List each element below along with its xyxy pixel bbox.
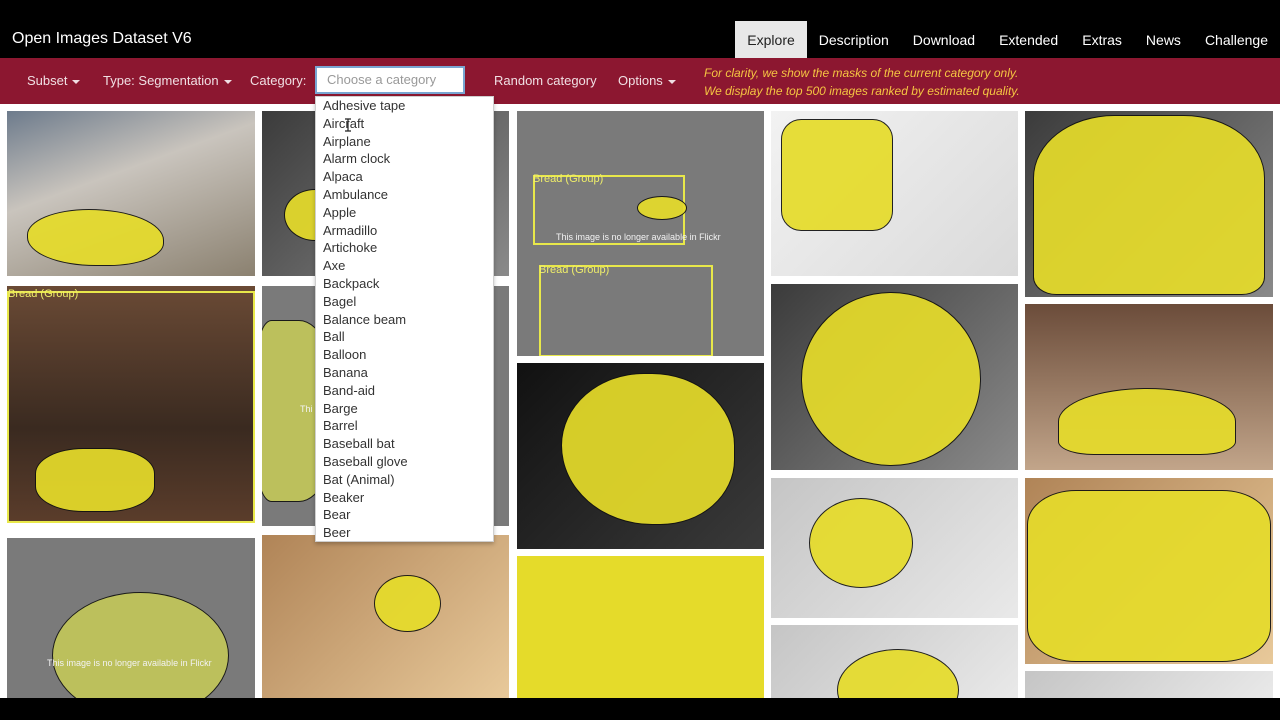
image-thumbnail[interactable]: [517, 556, 764, 698]
segmentation-mask: [809, 498, 913, 588]
notice-line-2: We display the top 500 images ranked by …: [704, 84, 1020, 98]
caret-down-icon: [667, 79, 676, 84]
category-option[interactable]: Ball: [316, 328, 493, 346]
options-label: Options: [618, 73, 663, 88]
tab-extended[interactable]: Extended: [987, 21, 1070, 59]
caret-down-icon: [223, 79, 232, 84]
caret-down-icon: [72, 79, 81, 84]
segmentation-mask: [517, 556, 764, 698]
subset-label: Subset: [27, 73, 68, 88]
category-option[interactable]: Airplane: [316, 133, 493, 151]
category-option[interactable]: Alarm clock: [316, 150, 493, 168]
segmentation-mask: [1027, 490, 1271, 662]
category-option[interactable]: Bear: [316, 506, 493, 524]
category-option[interactable]: Bagel: [316, 293, 493, 311]
tab-challenge[interactable]: Challenge: [1193, 21, 1280, 59]
category-label: Category:: [250, 73, 307, 88]
main-nav: Explore Description Download Extended Ex…: [735, 21, 1280, 59]
text-cursor-icon: [345, 118, 351, 132]
bottom-bar: [0, 698, 1280, 720]
random-category-button[interactable]: Random category: [494, 73, 597, 88]
category-option[interactable]: Backpack: [316, 275, 493, 293]
category-option[interactable]: Alpaca: [316, 168, 493, 186]
image-thumbnail[interactable]: [1025, 111, 1273, 297]
image-thumbnail[interactable]: Bread (Group): [7, 286, 255, 523]
category-option[interactable]: Aircraft: [316, 115, 493, 133]
category-option[interactable]: Baseball glove: [316, 453, 493, 471]
image-thumbnail[interactable]: [771, 478, 1018, 618]
type-label: Type: Segmentation: [103, 73, 219, 88]
category-option[interactable]: Barge: [316, 400, 493, 418]
top-header: Open Images Dataset V6 Explore Descripti…: [0, 0, 1280, 59]
segmentation-mask: [781, 119, 893, 231]
filter-bar: Subset Type: Segmentation Category: Choo…: [0, 58, 1280, 104]
category-option[interactable]: Apple: [316, 204, 493, 222]
category-option[interactable]: Baseball bat: [316, 435, 493, 453]
unavailable-message: This image is no longer available in Fli…: [556, 232, 721, 242]
image-thumbnail[interactable]: [517, 363, 764, 549]
segmentation-mask: [561, 373, 735, 525]
bbox-label: Bread (Group): [533, 173, 604, 185]
segmentation-mask: [637, 196, 687, 220]
category-dropdown-list[interactable]: Adhesive tape Aircraft Airplane Alarm cl…: [315, 96, 494, 542]
segmentation-mask: [801, 292, 981, 466]
bbox-label: Bread (Group): [8, 288, 79, 300]
image-thumbnail[interactable]: [1025, 478, 1273, 664]
category-option[interactable]: Adhesive tape: [316, 97, 493, 115]
image-thumbnail[interactable]: [771, 111, 1018, 276]
tab-description[interactable]: Description: [807, 21, 901, 59]
app-title[interactable]: Open Images Dataset V6: [12, 30, 192, 48]
unavailable-message-partial: Thi: [300, 404, 313, 414]
category-input[interactable]: Choose a category: [315, 66, 465, 94]
category-option[interactable]: Armadillo: [316, 222, 493, 240]
bbox-label: Bread (Group): [539, 264, 610, 276]
category-option[interactable]: Ambulance: [316, 186, 493, 204]
tab-extras[interactable]: Extras: [1070, 21, 1134, 59]
options-dropdown[interactable]: Options: [618, 73, 676, 88]
image-thumbnail[interactable]: [1025, 304, 1273, 470]
segmentation-mask: [1058, 388, 1236, 455]
category-option[interactable]: Balance beam: [316, 311, 493, 329]
category-option[interactable]: Bat (Animal): [316, 471, 493, 489]
tab-explore[interactable]: Explore: [735, 21, 807, 59]
notice-line-1: For clarity, we show the masks of the cu…: [704, 66, 1019, 80]
tab-download[interactable]: Download: [901, 21, 987, 59]
image-thumbnail[interactable]: [7, 111, 255, 276]
segmentation-mask: [1033, 115, 1265, 295]
notice: For clarity, we show the masks of the cu…: [704, 64, 1020, 100]
category-option[interactable]: Beer: [316, 524, 493, 541]
image-grid: Bread (Group) This image is no longer av…: [0, 104, 1280, 698]
image-thumbnail[interactable]: [262, 535, 509, 698]
subset-dropdown[interactable]: Subset: [27, 73, 81, 88]
category-option[interactable]: Axe: [316, 257, 493, 275]
segmentation-mask: [374, 575, 441, 632]
type-dropdown[interactable]: Type: Segmentation: [103, 73, 232, 88]
category-option[interactable]: Barrel: [316, 417, 493, 435]
image-thumbnail[interactable]: [1025, 671, 1273, 698]
image-thumbnail[interactable]: This image is no longer available in Fli…: [7, 538, 255, 698]
segmentation-mask: [27, 209, 164, 266]
category-option[interactable]: Balloon: [316, 346, 493, 364]
unavailable-message: This image is no longer available in Fli…: [47, 658, 212, 668]
image-thumbnail[interactable]: [771, 284, 1018, 470]
image-thumbnail[interactable]: Bread (Group) This image is no longer av…: [517, 111, 764, 356]
tab-news[interactable]: News: [1134, 21, 1193, 59]
category-option[interactable]: Band-aid: [316, 382, 493, 400]
category-option[interactable]: Beaker: [316, 489, 493, 507]
category-option[interactable]: Artichoke: [316, 239, 493, 257]
bounding-box: [539, 265, 713, 356]
segmentation-mask: [837, 649, 959, 698]
segmentation-mask: [52, 592, 229, 698]
segmentation-mask: [35, 448, 155, 512]
category-option[interactable]: Banana: [316, 364, 493, 382]
image-thumbnail[interactable]: [771, 625, 1018, 698]
